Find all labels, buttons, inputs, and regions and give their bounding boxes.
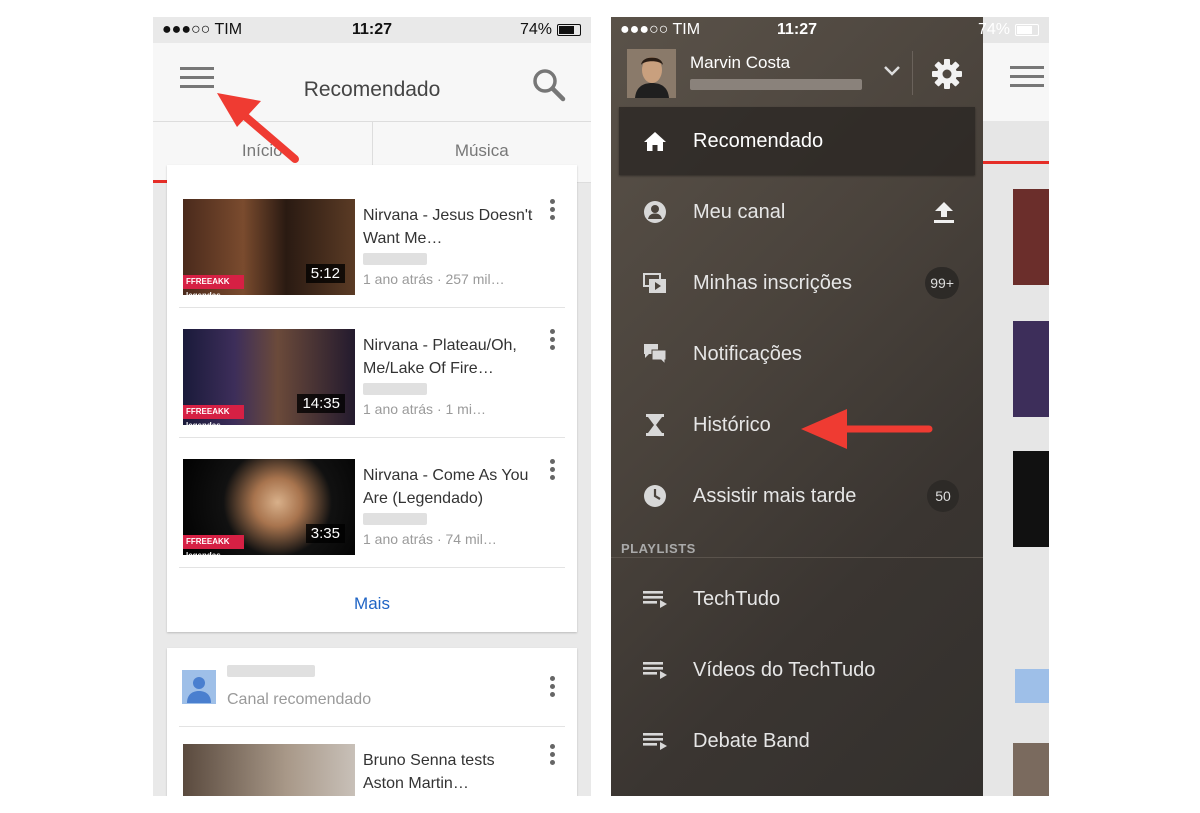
upload-icon[interactable] [933, 200, 955, 224]
clock-icon [644, 485, 666, 507]
channel-recommendation-card: Canal recomendado Bruno Senna tests Asto… [167, 648, 577, 796]
more-options-icon[interactable] [547, 199, 557, 223]
video-thumbnail [1013, 451, 1049, 547]
channel-watermark: FFREEAKK legendas [183, 275, 244, 295]
menu-item-notificacoes[interactable]: Notificações [619, 320, 975, 388]
playlist-item-debate-band[interactable]: Debate Band [619, 707, 975, 775]
more-button[interactable]: Mais [167, 594, 577, 614]
search-icon[interactable] [532, 68, 566, 102]
menu-item-label: Assistir mais tarde [693, 485, 857, 507]
subscriptions-icon [643, 273, 666, 293]
video-thumbnail[interactable]: FFREEAKK legendas 3:35 [183, 459, 355, 555]
app-bar: Recomendado [153, 43, 591, 121]
menu-item-label: Recomendado [693, 130, 824, 152]
video-title[interactable]: Nirvana - Come As You Are (Legendado) [363, 464, 533, 510]
person-icon [187, 677, 211, 703]
battery-status: 74% [978, 21, 1039, 39]
divider [611, 557, 983, 558]
video-item[interactable]: FFREEAKK legendas 14:35 Nirvana - Platea… [179, 307, 565, 438]
background-content [983, 17, 1049, 796]
account-name: Marvin Costa [690, 53, 791, 72]
more-options-icon[interactable] [547, 329, 557, 353]
battery-status: 74% [520, 21, 581, 39]
playlist-label: Debate Band [693, 730, 810, 752]
menu-item-assistir-mais-tarde[interactable]: Assistir mais tarde 50 [619, 462, 975, 530]
video-title[interactable]: Bruno Senna tests Aston Martin… [363, 749, 533, 795]
menu-item-label: Minhas inscrições [693, 272, 852, 294]
video-title[interactable]: Nirvana - Plateau/Oh, Me/Lake Of Fire… [363, 334, 533, 380]
account-header[interactable]: Marvin Costa [611, 43, 983, 103]
video-thumbnail[interactable]: FFREEAKK legendas 5:12 [183, 199, 355, 295]
video-item[interactable]: FFREEAKK legendas 3:35 Nirvana - Come As… [179, 437, 565, 568]
status-bar: ●●●○○ TIM 11:27 74% [611, 17, 1039, 43]
playlist-icon [643, 733, 667, 750]
channel-watermark: FFREEAKK legendas [183, 405, 244, 425]
channel-name-blurred [363, 253, 427, 265]
channel-avatar[interactable] [182, 670, 216, 704]
phone-screen-drawer: ●●●○○ TIM 11:27 74% Marvin Costa Recomen… [611, 17, 1049, 796]
account-email-blurred [690, 79, 862, 90]
subscriptions-count-badge: 99+ [925, 267, 959, 299]
video-duration: 3:35 [305, 524, 345, 543]
video-item[interactable]: FFREEAKK legendas 5:12 Nirvana - Jesus D… [179, 177, 565, 308]
channel-name-blurred [227, 665, 315, 677]
video-thumbnail [1013, 189, 1049, 285]
playlist-label: TechTudo [693, 588, 781, 610]
battery-icon [1015, 24, 1039, 36]
navigation-drawer: ●●●○○ TIM 11:27 74% Marvin Costa Recomen… [611, 17, 1039, 796]
divider [912, 51, 913, 95]
channel-watermark: FFREEAKK legendas [183, 535, 244, 555]
battery-percent: 74% [977, 21, 1010, 38]
tab-indicator [983, 161, 1049, 164]
battery-percent: 74% [519, 21, 552, 38]
playlist-label: Vídeos do TechTudo [693, 659, 876, 681]
status-time: 11:27 [776, 21, 818, 38]
video-meta: 1 ano atrás · 257 mil… [363, 271, 505, 287]
menu-hamburger-icon[interactable] [1010, 63, 1044, 91]
divider [179, 726, 565, 727]
playlist-item-techtudo[interactable]: TechTudo [619, 565, 975, 633]
video-thumbnail[interactable] [183, 744, 355, 796]
page-title: Recomendado [303, 78, 441, 101]
status-bar: ●●●○○ TIM 11:27 74% [153, 17, 591, 43]
video-thumbnail[interactable]: FFREEAKK legendas 14:35 [183, 329, 355, 425]
video-duration: 5:12 [305, 264, 345, 283]
hourglass-icon [646, 414, 664, 436]
video-meta: 1 ano atrás · 74 mil… [363, 531, 497, 547]
avatar[interactable] [627, 49, 676, 98]
playlist-item-videos-techtudo[interactable]: Vídeos do TechTudo [619, 636, 975, 704]
channel-recommended-label: Canal recomendado [227, 691, 372, 708]
playlists-header: PLAYLISTS [621, 541, 696, 556]
watch-later-count-badge: 50 [927, 480, 959, 512]
video-list-card: FFREEAKK legendas 5:12 Nirvana - Jesus D… [167, 165, 577, 632]
phone-screen-home: ●●●○○ TIM 11:27 74% Recomendado Início M… [153, 17, 591, 796]
playlist-icon [643, 662, 667, 679]
video-meta: 1 ano atrás · 1 mi… [363, 401, 486, 417]
menu-item-recomendado[interactable]: Recomendado [619, 107, 975, 175]
more-options-icon[interactable] [547, 459, 557, 483]
battery-icon [557, 24, 581, 36]
chevron-down-icon[interactable] [883, 65, 901, 77]
video-thumbnail [1013, 743, 1049, 796]
menu-item-historico[interactable]: Histórico [619, 391, 975, 459]
menu-item-label: Notificações [693, 343, 802, 365]
channel-name-blurred [363, 513, 427, 525]
video-title[interactable]: Nirvana - Jesus Doesn't Want Me… [363, 204, 533, 250]
playlist-icon [643, 591, 667, 608]
menu-item-label: Meu canal [693, 201, 786, 223]
channel-name-blurred [363, 383, 427, 395]
avatar-photo [627, 49, 676, 98]
home-icon [644, 132, 666, 151]
gear-icon[interactable] [932, 59, 962, 89]
video-thumbnail [1013, 321, 1049, 417]
video-duration: 14:35 [297, 394, 345, 413]
menu-item-label: Histórico [693, 414, 771, 436]
more-options-icon[interactable] [547, 744, 557, 768]
menu-item-minhas-inscricoes[interactable]: Minhas inscrições 99+ [619, 249, 975, 317]
account-circle-icon [644, 201, 666, 223]
chat-bubbles-icon [644, 344, 667, 366]
more-options-icon[interactable] [547, 676, 557, 700]
channel-avatar [1015, 669, 1049, 703]
menu-item-meu-canal[interactable]: Meu canal [619, 178, 975, 246]
